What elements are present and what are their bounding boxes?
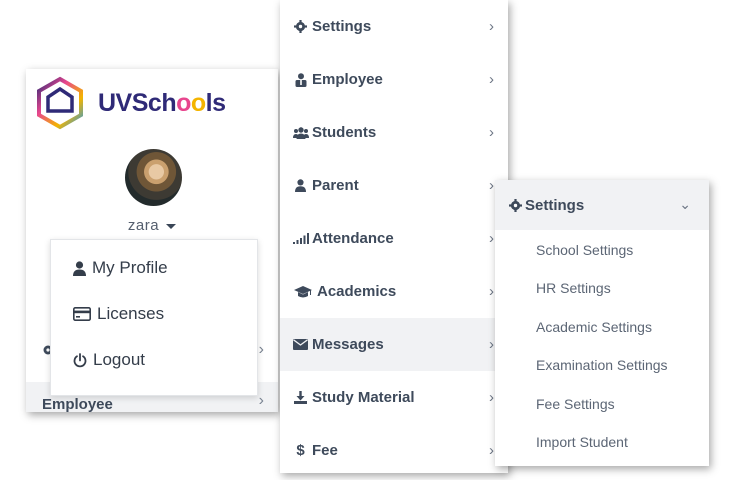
sidebar-panel: UVSchools zara › Employee › My Profile L… [26,69,278,412]
menu-item-employee[interactable]: Employee › [280,53,508,106]
chevron-right-icon: › [489,177,494,194]
settings-submenu-header[interactable]: Settings ⌄ [495,180,709,230]
chevron-right-icon: › [489,71,494,88]
brand-name: UVSchools [98,88,226,117]
brand-logo[interactable]: UVSchools [36,76,226,130]
submenu-item-academic-settings[interactable]: Academic Settings [536,319,652,335]
menu-item-academics[interactable]: Academics › [280,265,508,318]
power-icon [73,352,87,368]
chevron-right-icon: › [258,392,264,409]
menu-item-students[interactable]: Students › [280,106,508,159]
user-avatar[interactable] [125,149,182,206]
submenu-item-hr-settings[interactable]: HR Settings [536,280,611,296]
menu-item-settings[interactable]: Settings › [280,0,508,53]
user-icon [292,179,309,192]
user-icon [73,260,86,276]
menu-item-parent[interactable]: Parent › [280,159,508,212]
chevron-right-icon: › [258,341,264,358]
sidebar-item-label: Employee [42,396,113,412]
signal-icon [292,233,309,244]
gear-icon [292,20,309,33]
chevron-right-icon: › [489,230,494,247]
chevron-right-icon: › [489,283,494,300]
user-menu-toggle[interactable]: zara [26,217,278,234]
user-dropdown-menu: My Profile Licenses Logout [50,239,258,396]
logout-link[interactable]: Logout [73,350,145,370]
menu-item-study-material[interactable]: Study Material › [280,371,508,424]
dollar-icon: $ [296,442,305,459]
submenu-item-school-settings[interactable]: School Settings [536,242,633,258]
graduation-cap-icon [292,285,314,298]
caret-down-icon [166,223,177,229]
licenses-link[interactable]: Licenses [73,304,164,324]
username: zara [127,217,160,234]
chevron-right-icon: › [489,389,494,406]
users-icon [292,126,309,139]
submenu-item-fee-settings[interactable]: Fee Settings [536,396,615,412]
chevron-down-icon: ⌄ [679,196,691,212]
chevron-right-icon: › [489,442,494,459]
settings-submenu-panel: Settings ⌄ School Settings HR Settings A… [495,180,709,466]
employee-icon [292,72,309,87]
menu-item-messages[interactable]: Messages › [280,318,508,371]
my-profile-link[interactable]: My Profile [73,258,168,278]
gear-icon [509,198,522,212]
submenu-item-import-student[interactable]: Import Student [536,434,628,450]
menu-item-fee[interactable]: $ Fee › [280,424,508,477]
chevron-right-icon: › [489,336,494,353]
envelope-icon [292,339,309,350]
chevron-right-icon: › [489,18,494,35]
logo-hexagon-icon [36,76,84,130]
download-icon [292,391,309,404]
credit-card-icon [73,307,91,321]
main-menu-panel: Settings › Employee › Students › Parent … [280,0,508,473]
menu-item-attendance[interactable]: Attendance › [280,212,508,265]
chevron-right-icon: › [489,124,494,141]
submenu-item-examination-settings[interactable]: Examination Settings [536,357,668,373]
